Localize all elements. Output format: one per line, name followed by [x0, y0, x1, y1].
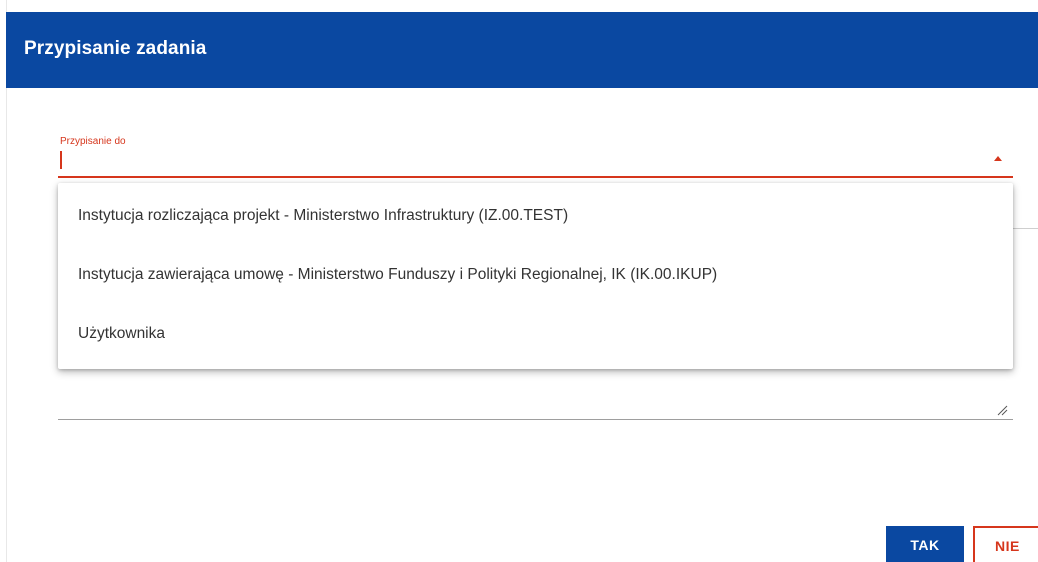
- dropdown-option[interactable]: Użytkownika: [78, 325, 165, 343]
- dropdown-option[interactable]: Instytucja zawierająca umowę - Ministers…: [78, 266, 717, 284]
- assign-to-select[interactable]: [58, 146, 1013, 176]
- assign-task-dialog: Przypisanie zadania Przypisanie do Insty…: [0, 0, 1038, 562]
- chevron-up-icon[interactable]: [994, 156, 1002, 161]
- assign-to-underline: [58, 176, 1013, 178]
- dialog-header: Przypisanie zadania: [6, 12, 1038, 88]
- hidden-field-underline: [1013, 228, 1038, 229]
- assign-to-dropdown-menu: Instytucja rozliczająca projekt - Minist…: [58, 183, 1013, 369]
- dropdown-option[interactable]: Instytucja rozliczająca projekt - Minist…: [78, 207, 568, 225]
- comment-textarea[interactable]: [58, 419, 1013, 420]
- dialog-title: Przypisanie zadania: [24, 38, 207, 59]
- text-caret: [60, 151, 62, 169]
- resize-handle-icon[interactable]: [996, 404, 1008, 416]
- confirm-button[interactable]: TAK: [886, 526, 964, 562]
- cancel-button[interactable]: NIE: [973, 526, 1038, 562]
